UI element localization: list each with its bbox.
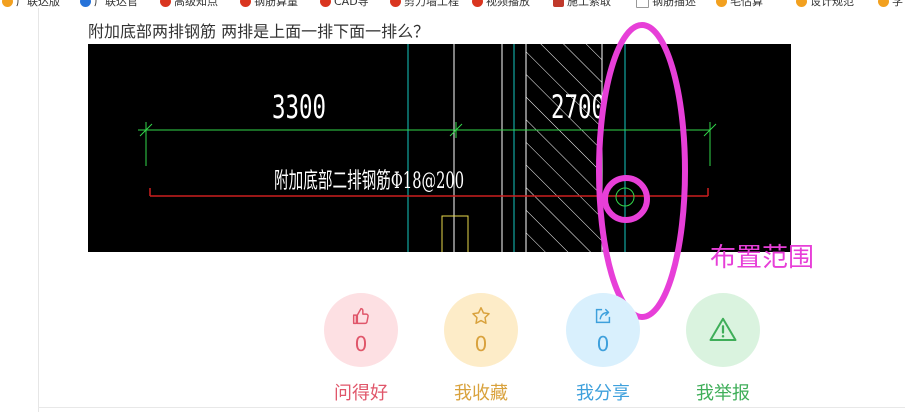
report-label[interactable]: 我举报 (673, 381, 773, 407)
bookmark-label: CAD导 (334, 0, 369, 8)
dimension-label: 2700 (551, 88, 605, 126)
share-count: 0 (596, 332, 610, 356)
question-title: 附加底部两排钢筋 两排是上面一排下面一排么？ (88, 22, 430, 41)
favorite-count: 0 (474, 332, 488, 356)
bookmark-item[interactable]: 毛估算 (716, 0, 763, 8)
bookmark-item[interactable]: 钢筋算量 (240, 0, 298, 8)
bookmark-icon (320, 0, 331, 7)
bookmark-icon (716, 0, 727, 7)
cad-background (88, 44, 791, 252)
bookmark-label: 钢筋描述 (652, 0, 696, 8)
favorite-button[interactable]: 0 (444, 293, 518, 367)
bookmark-label: 广联达版 (16, 0, 60, 8)
bookmark-icon (796, 0, 807, 7)
share-icon (595, 308, 611, 324)
bookmark-label: 剪力墙工程 (404, 0, 459, 8)
dimension-label: 3300 (272, 88, 326, 126)
bookmark-icon (636, 0, 649, 8)
bookmark-item[interactable]: 施工索取 (553, 0, 611, 8)
bookmark-icon (240, 0, 251, 7)
like-button[interactable]: 0 (324, 293, 398, 367)
bookmark-label: 视频播放 (486, 0, 530, 8)
bookmark-icon (878, 0, 889, 7)
bookmark-label: 施工索取 (567, 0, 611, 8)
bookmark-label: 设计规范 (810, 0, 854, 8)
content-border (38, 8, 39, 412)
hatched-wall (526, 44, 602, 252)
bookmark-item[interactable]: 广联达版 (2, 0, 60, 8)
share-button[interactable]: 0 (566, 293, 640, 367)
bookmark-icon (160, 0, 171, 7)
share-label[interactable]: 我分享 (553, 381, 653, 407)
bookmark-item[interactable]: 视频播放 (472, 0, 530, 8)
bookmark-item[interactable]: 高级知点 (160, 0, 218, 8)
bookmark-icon (553, 0, 564, 7)
cad-drawing-image[interactable]: 3300 2700 附加底部二排钢筋Φ18@200 (88, 44, 791, 252)
bookmark-icon (390, 0, 401, 7)
star-icon (472, 307, 490, 324)
bookmark-label: 学 (892, 0, 903, 8)
warning-icon (709, 317, 737, 341)
bookmark-label: 毛估算 (730, 0, 763, 8)
favorite-label[interactable]: 我收藏 (431, 381, 531, 407)
bookmark-item[interactable]: CAD导 (320, 0, 369, 8)
bookmarks-bar: 广联达版 广联达官 高级知点 钢筋算量 CAD导 剪力墙工程 视频播放 施工索取… (0, 0, 905, 8)
bookmark-item[interactable]: 钢筋描述 (636, 0, 696, 8)
rebar-note: 附加底部二排钢筋Φ18@200 (274, 169, 464, 194)
bookmark-label: 钢筋算量 (254, 0, 298, 8)
bookmark-icon (80, 0, 91, 7)
bookmark-item[interactable]: 剪力墙工程 (390, 0, 459, 8)
bookmark-item[interactable]: 学 (878, 0, 903, 8)
like-label[interactable]: 问得好 (311, 381, 411, 407)
bookmark-label: 广联达官 (94, 0, 138, 8)
thumbs-up-icon (352, 307, 369, 325)
bookmark-label: 高级知点 (174, 0, 218, 8)
bookmark-item[interactable]: 设计规范 (796, 0, 854, 8)
report-button[interactable] (686, 293, 760, 367)
bookmark-icon (472, 0, 483, 7)
bookmark-item[interactable]: 广联达官 (80, 0, 138, 8)
bookmark-icon (2, 0, 13, 7)
annotation-label: 布置范围 (710, 243, 815, 273)
like-count: 0 (354, 332, 368, 356)
content-divider (38, 407, 905, 408)
